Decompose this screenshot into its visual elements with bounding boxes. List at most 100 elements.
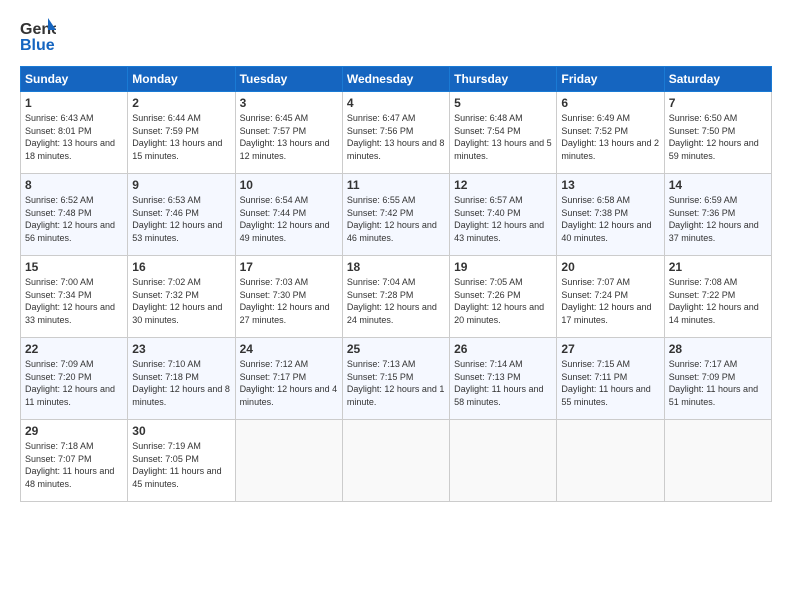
day-info: Sunrise: 7:02 AMSunset: 7:32 PMDaylight:…	[132, 276, 230, 326]
calendar-cell: 27Sunrise: 7:15 AMSunset: 7:11 PMDayligh…	[557, 338, 664, 420]
day-info: Sunrise: 6:57 AMSunset: 7:40 PMDaylight:…	[454, 194, 552, 244]
day-number: 22	[25, 342, 123, 356]
calendar-cell: 5 Sunrise: 6:48 AMSunset: 7:54 PMDaylight…	[450, 92, 557, 174]
day-info: Sunrise: 6:44 AMSunset: 7:59 PMDaylight:…	[132, 112, 230, 162]
calendar-cell: 11 Sunrise: 6:55 AMSunset: 7:42 PMDayligh…	[342, 174, 449, 256]
svg-text:Blue: Blue	[20, 37, 55, 54]
logo-icon: General Blue	[20, 16, 56, 56]
calendar-week-row: 15 Sunrise: 7:00 AMSunset: 7:34 PMDayligh…	[21, 256, 772, 338]
day-number: 28	[669, 342, 767, 356]
day-info: Sunrise: 6:50 AMSunset: 7:50 PMDaylight:…	[669, 112, 767, 162]
day-info: Sunrise: 7:10 AMSunset: 7:18 PMDaylight:…	[132, 358, 230, 408]
calendar-cell: 21Sunrise: 7:08 AMSunset: 7:22 PMDayligh…	[664, 256, 771, 338]
calendar-cell: 15 Sunrise: 7:00 AMSunset: 7:34 PMDayligh…	[21, 256, 128, 338]
day-info: Sunrise: 7:18 AMSunset: 7:07 PMDaylight:…	[25, 440, 123, 490]
day-number: 24	[240, 342, 338, 356]
day-number: 30	[132, 424, 230, 438]
day-info: Sunrise: 7:17 AMSunset: 7:09 PMDaylight:…	[669, 358, 767, 408]
calendar-cell: 4 Sunrise: 6:47 AMSunset: 7:56 PMDaylight…	[342, 92, 449, 174]
day-info: Sunrise: 7:03 AMSunset: 7:30 PMDaylight:…	[240, 276, 338, 326]
logo: General Blue	[20, 16, 56, 56]
day-number: 23	[132, 342, 230, 356]
day-number: 1	[25, 96, 123, 110]
day-number: 15	[25, 260, 123, 274]
day-info: Sunrise: 6:52 AMSunset: 7:48 PMDaylight:…	[25, 194, 123, 244]
calendar-cell: 13 Sunrise: 6:58 AMSunset: 7:38 PMDayligh…	[557, 174, 664, 256]
day-info: Sunrise: 7:14 AMSunset: 7:13 PMDaylight:…	[454, 358, 552, 408]
day-info: Sunrise: 6:43 AMSunset: 8:01 PMDaylight:…	[25, 112, 123, 162]
day-number: 2	[132, 96, 230, 110]
day-number: 12	[454, 178, 552, 192]
day-info: Sunrise: 6:59 AMSunset: 7:36 PMDaylight:…	[669, 194, 767, 244]
day-number: 11	[347, 178, 445, 192]
day-number: 5	[454, 96, 552, 110]
day-info: Sunrise: 6:45 AMSunset: 7:57 PMDaylight:…	[240, 112, 338, 162]
day-info: Sunrise: 7:08 AMSunset: 7:22 PMDaylight:…	[669, 276, 767, 326]
calendar-cell: 9Sunrise: 6:53 AMSunset: 7:46 PMDaylight…	[128, 174, 235, 256]
day-number: 25	[347, 342, 445, 356]
weekday-header: Saturday	[664, 67, 771, 92]
calendar-week-row: 29 Sunrise: 7:18 AMSunset: 7:07 PMDayligh…	[21, 420, 772, 502]
calendar-cell: 24 Sunrise: 7:12 AMSunset: 7:17 PMDayligh…	[235, 338, 342, 420]
day-info: Sunrise: 7:09 AMSunset: 7:20 PMDaylight:…	[25, 358, 123, 408]
day-number: 6	[561, 96, 659, 110]
calendar-week-row: 22 Sunrise: 7:09 AMSunset: 7:20 PMDayligh…	[21, 338, 772, 420]
calendar-cell: 6 Sunrise: 6:49 AMSunset: 7:52 PMDaylight…	[557, 92, 664, 174]
weekday-header: Tuesday	[235, 67, 342, 92]
day-number: 8	[25, 178, 123, 192]
day-info: Sunrise: 7:19 AMSunset: 7:05 PMDaylight:…	[132, 440, 230, 490]
day-number: 4	[347, 96, 445, 110]
day-number: 19	[454, 260, 552, 274]
weekday-header: Friday	[557, 67, 664, 92]
day-number: 3	[240, 96, 338, 110]
day-info: Sunrise: 7:12 AMSunset: 7:17 PMDaylight:…	[240, 358, 338, 408]
calendar-cell	[235, 420, 342, 502]
calendar-cell: 22 Sunrise: 7:09 AMSunset: 7:20 PMDayligh…	[21, 338, 128, 420]
day-number: 9	[132, 178, 230, 192]
calendar-cell: 14 Sunrise: 6:59 AMSunset: 7:36 PMDayligh…	[664, 174, 771, 256]
calendar-cell: 3 Sunrise: 6:45 AMSunset: 7:57 PMDaylight…	[235, 92, 342, 174]
calendar-cell: 10 Sunrise: 6:54 AMSunset: 7:44 PMDayligh…	[235, 174, 342, 256]
calendar-cell: 23 Sunrise: 7:10 AMSunset: 7:18 PMDayligh…	[128, 338, 235, 420]
day-info: Sunrise: 7:07 AMSunset: 7:24 PMDaylight:…	[561, 276, 659, 326]
day-info: Sunrise: 7:13 AMSunset: 7:15 PMDaylight:…	[347, 358, 445, 408]
weekday-header: Monday	[128, 67, 235, 92]
day-info: Sunrise: 6:49 AMSunset: 7:52 PMDaylight:…	[561, 112, 659, 162]
day-info: Sunrise: 6:48 AMSunset: 7:54 PMDaylight:…	[454, 112, 552, 162]
day-number: 20	[561, 260, 659, 274]
calendar-cell: 26Sunrise: 7:14 AMSunset: 7:13 PMDayligh…	[450, 338, 557, 420]
calendar-cell: 19 Sunrise: 7:05 AMSunset: 7:26 PMDayligh…	[450, 256, 557, 338]
day-info: Sunrise: 6:58 AMSunset: 7:38 PMDaylight:…	[561, 194, 659, 244]
calendar-cell: 7Sunrise: 6:50 AMSunset: 7:50 PMDaylight…	[664, 92, 771, 174]
calendar-cell: 30 Sunrise: 7:19 AMSunset: 7:05 PMDayligh…	[128, 420, 235, 502]
day-info: Sunrise: 6:54 AMSunset: 7:44 PMDaylight:…	[240, 194, 338, 244]
calendar-cell: 8 Sunrise: 6:52 AMSunset: 7:48 PMDaylight…	[21, 174, 128, 256]
calendar-cell	[557, 420, 664, 502]
calendar-cell: 12 Sunrise: 6:57 AMSunset: 7:40 PMDayligh…	[450, 174, 557, 256]
day-info: Sunrise: 7:00 AMSunset: 7:34 PMDaylight:…	[25, 276, 123, 326]
calendar-cell: 20 Sunrise: 7:07 AMSunset: 7:24 PMDayligh…	[557, 256, 664, 338]
day-number: 10	[240, 178, 338, 192]
calendar-cell	[664, 420, 771, 502]
calendar-cell: 29 Sunrise: 7:18 AMSunset: 7:07 PMDayligh…	[21, 420, 128, 502]
day-number: 17	[240, 260, 338, 274]
day-number: 29	[25, 424, 123, 438]
day-info: Sunrise: 7:05 AMSunset: 7:26 PMDaylight:…	[454, 276, 552, 326]
weekday-header: Wednesday	[342, 67, 449, 92]
weekday-header: Thursday	[450, 67, 557, 92]
day-number: 18	[347, 260, 445, 274]
weekday-header: Sunday	[21, 67, 128, 92]
day-info: Sunrise: 6:55 AMSunset: 7:42 PMDaylight:…	[347, 194, 445, 244]
calendar-cell: 2 Sunrise: 6:44 AMSunset: 7:59 PMDaylight…	[128, 92, 235, 174]
calendar-week-row: 8 Sunrise: 6:52 AMSunset: 7:48 PMDaylight…	[21, 174, 772, 256]
page: General Blue SundayMondayTuesdayWednesda…	[0, 0, 792, 612]
header: General Blue	[20, 16, 772, 56]
calendar-cell: 18Sunrise: 7:04 AMSunset: 7:28 PMDayligh…	[342, 256, 449, 338]
calendar-cell: 28 Sunrise: 7:17 AMSunset: 7:09 PMDayligh…	[664, 338, 771, 420]
calendar-table: SundayMondayTuesdayWednesdayThursdayFrid…	[20, 66, 772, 502]
day-number: 13	[561, 178, 659, 192]
calendar-cell	[450, 420, 557, 502]
calendar-cell: 16Sunrise: 7:02 AMSunset: 7:32 PMDayligh…	[128, 256, 235, 338]
day-number: 14	[669, 178, 767, 192]
day-info: Sunrise: 6:47 AMSunset: 7:56 PMDaylight:…	[347, 112, 445, 162]
